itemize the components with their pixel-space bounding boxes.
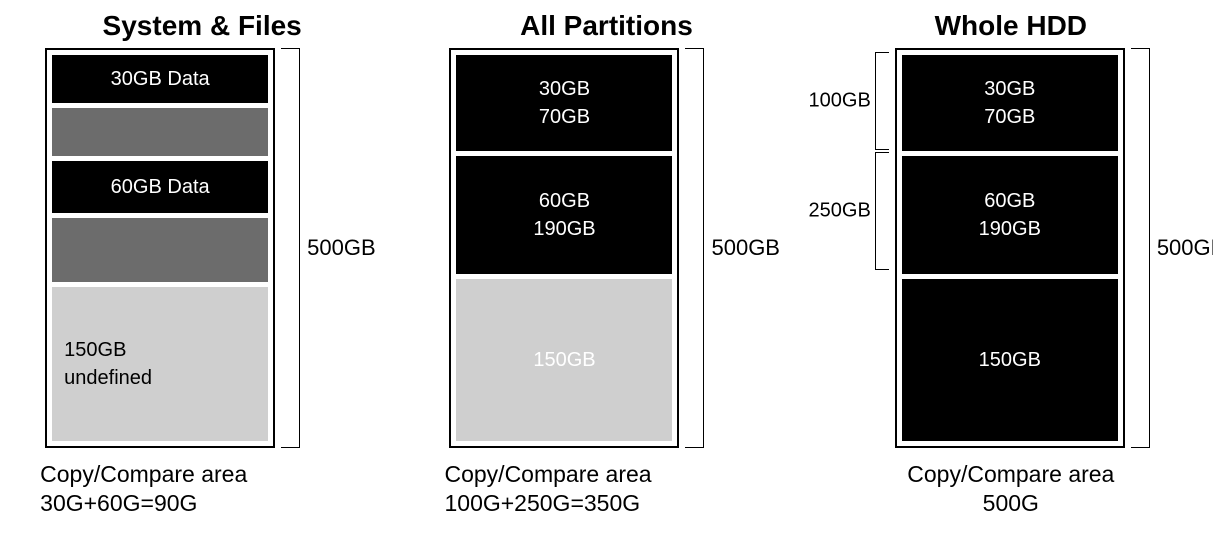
- segment-partition-1: 30GB 70GB: [902, 55, 1118, 151]
- panel-caption: Copy/Compare area 30G+60G=90G: [12, 460, 247, 518]
- segment-data-1: 30GB Data: [52, 55, 268, 103]
- disk-box: 30GB Data 60GB Data 150GB undefined: [45, 48, 275, 448]
- segment-data-2: 60GB Data: [52, 161, 268, 213]
- panel-stage: 30GB Data 60GB Data 150GB undefined 500G…: [45, 48, 359, 448]
- segment-free-1: [52, 108, 268, 156]
- panels-row: System & Files 30GB Data 60GB Data 150GB…: [0, 10, 1213, 518]
- panel-whole-hdd: Whole HDD 100GB 250GB 30GB 70GB: [821, 10, 1201, 518]
- total-dimension: 500GB: [1131, 48, 1209, 448]
- panel-title: Whole HDD: [935, 10, 1087, 42]
- total-label: 500GB: [1157, 235, 1213, 261]
- total-dimension: 500GB: [281, 48, 359, 448]
- segment-undefined: 150GB undefined: [52, 287, 268, 441]
- disk-box: 30GB 70GB 60GB 190GB 150GB: [895, 48, 1125, 448]
- panel-stage: 100GB 250GB 30GB 70GB 60GB 190GB: [813, 48, 1209, 448]
- total-label: 500GB: [307, 235, 376, 261]
- bracket-p2: 250GB: [875, 152, 889, 270]
- segment-partition-2: 60GB 190GB: [456, 156, 672, 274]
- panel-stage: 30GB 70GB 60GB 190GB 150GB 500GB: [449, 48, 763, 448]
- segment-free-2: [52, 218, 268, 282]
- panel-title: All Partitions: [520, 10, 693, 42]
- segment-partition-2: 60GB 190GB: [902, 156, 1118, 274]
- disk-box: 30GB 70GB 60GB 190GB 150GB: [449, 48, 679, 448]
- panel-caption: Copy/Compare area 500G: [907, 460, 1114, 518]
- segment-unallocated: 150GB: [456, 279, 672, 441]
- diagram-canvas: System & Files 30GB Data 60GB Data 150GB…: [0, 0, 1213, 556]
- bracket-p1: 100GB: [875, 52, 889, 150]
- panel-system-files: System & Files 30GB Data 60GB Data 150GB…: [12, 10, 392, 518]
- panel-all-partitions: All Partitions 30GB 70GB 60GB 190GB 150G…: [416, 10, 796, 518]
- segment-partition-1: 30GB 70GB: [456, 55, 672, 151]
- segment-partition-3: 150GB: [902, 279, 1118, 441]
- total-label: 500GB: [711, 235, 780, 261]
- total-dimension: 500GB: [685, 48, 763, 448]
- panel-caption: Copy/Compare area 100G+250G=350G: [416, 460, 651, 518]
- left-brackets: 100GB 250GB: [813, 48, 889, 448]
- panel-title: System & Files: [103, 10, 302, 42]
